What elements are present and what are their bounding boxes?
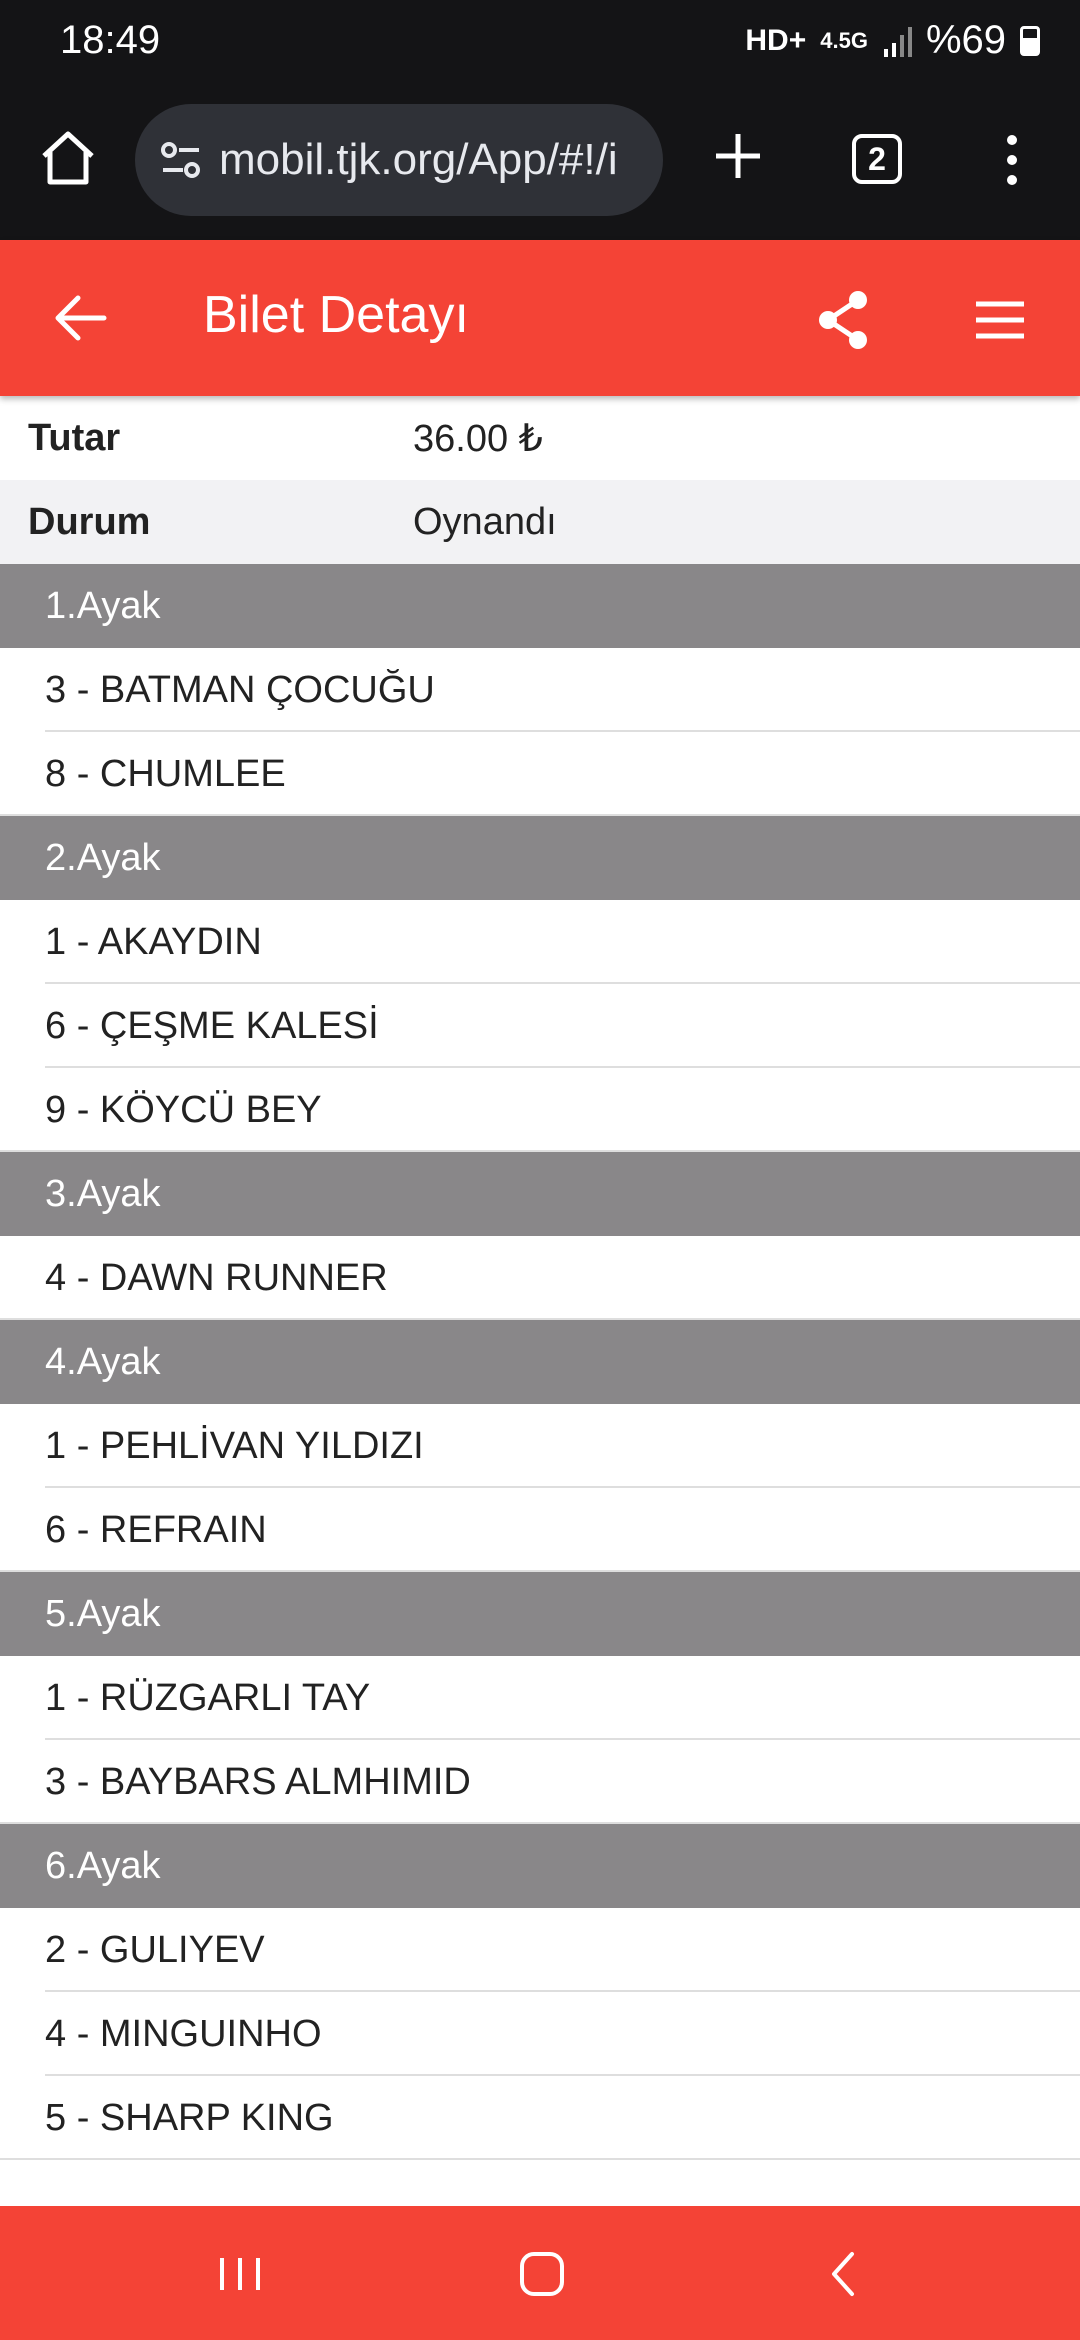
leg-header: 1.Ayak	[0, 564, 1080, 648]
horse-row: 1 - AKAYDIN	[0, 900, 1080, 984]
status-icons: HD+ 4.5G %69	[745, 18, 1040, 63]
detail-label: Tutar	[28, 416, 121, 459]
leg-header: 4.Ayak	[0, 1320, 1080, 1404]
status-bar: 18:49 HD+ 4.5G %69	[0, 0, 1080, 84]
hamburger-menu-icon[interactable]	[968, 288, 1032, 352]
back-arrow-icon[interactable]	[48, 286, 112, 350]
horse-row: 6 - ÇEŞME KALESİ	[0, 984, 1080, 1068]
horse-row: 9 - KÖYCÜ BEY	[0, 1068, 1080, 1152]
horse-row: 1 - RÜZGARLI TAY	[0, 1656, 1080, 1740]
address-bar[interactable]: mobil.tjk.org/App/#!/i	[135, 104, 663, 216]
horse-row: 1 - PEHLİVAN YILDIZI	[0, 1404, 1080, 1488]
horse-row: 2 - GULIYEV	[0, 1908, 1080, 1992]
leg-header: 3.Ayak	[0, 1152, 1080, 1236]
page-title: Bilet Detayı	[203, 286, 469, 344]
home-icon[interactable]	[36, 126, 100, 190]
horse-row: 3 - BATMAN ÇOCUĞU	[0, 648, 1080, 732]
url-text[interactable]: mobil.tjk.org/App/#!/i	[219, 135, 618, 185]
horse-row: 3 - BAYBARS ALMHIMID	[0, 1740, 1080, 1824]
home-nav-icon[interactable]	[510, 2242, 574, 2306]
system-navigation-bar	[0, 2206, 1080, 2340]
detail-value: 36.00 ₺	[413, 417, 543, 460]
app-header: Bilet Detayı	[0, 240, 1080, 396]
detail-row-amount: Tutar 36.00 ₺	[0, 396, 1080, 480]
horse-row: 4 - MINGUINHO	[0, 1992, 1080, 2076]
browser-toolbar: mobil.tjk.org/App/#!/i 2	[0, 84, 1080, 240]
detail-value: Oynandı	[413, 500, 557, 543]
hd-indicator: HD+	[745, 23, 807, 57]
more-options-icon[interactable]	[992, 128, 1032, 192]
site-settings-icon[interactable]	[159, 140, 203, 180]
signal-icon	[883, 26, 912, 57]
horse-row: 6 - REFRAIN	[0, 1488, 1080, 1572]
horse-row: 4 - DAWN RUNNER	[0, 1236, 1080, 1320]
leg-header: 5.Ayak	[0, 1572, 1080, 1656]
new-tab-icon[interactable]	[706, 124, 770, 188]
detail-row-status: Durum Oynandı	[0, 480, 1080, 564]
share-icon[interactable]	[812, 288, 876, 352]
recent-apps-icon[interactable]	[208, 2242, 272, 2306]
leg-header: 2.Ayak	[0, 816, 1080, 900]
status-time: 18:49	[60, 18, 161, 62]
ticket-detail-content: Tutar 36.00 ₺ Durum Oynandı 1.Ayak 3 - B…	[0, 396, 1080, 2160]
battery-percent: %69	[925, 18, 1006, 62]
horse-row: 5 - SHARP KING	[0, 2076, 1080, 2160]
back-nav-icon[interactable]	[812, 2242, 876, 2306]
detail-label: Durum	[28, 500, 151, 543]
battery-icon	[1020, 25, 1040, 56]
leg-header: 6.Ayak	[0, 1824, 1080, 1908]
tab-switcher-button[interactable]: 2	[852, 134, 902, 184]
horse-row: 8 - CHUMLEE	[0, 732, 1080, 816]
network-type: 4.5G	[820, 27, 868, 53]
